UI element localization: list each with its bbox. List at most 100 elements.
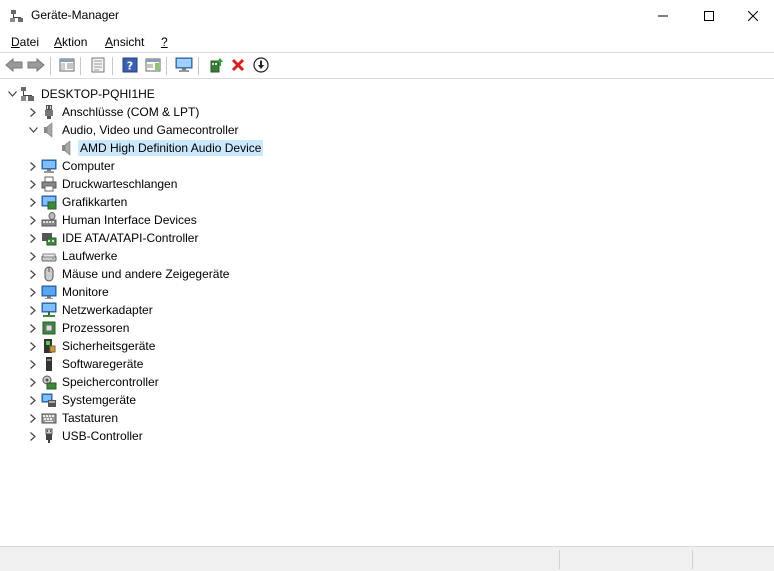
- device-manager-icon: [9, 8, 25, 24]
- chevron-right-icon[interactable]: [25, 247, 41, 265]
- tree-root[interactable]: DESKTOP-PQHI1HE: [4, 85, 157, 103]
- tree-item-label: Grafikkarten: [62, 195, 128, 209]
- ide-controller-icon: [41, 230, 57, 246]
- tree-item-anschluesse[interactable]: Anschlüsse (COM & LPT): [25, 103, 201, 121]
- chevron-right-icon[interactable]: [25, 265, 41, 283]
- action-pane-icon: [145, 57, 161, 76]
- tree-item-tastaturen[interactable]: Tastaturen: [25, 409, 120, 427]
- help-icon: ?: [122, 57, 138, 76]
- chevron-right-icon[interactable]: [25, 283, 41, 301]
- port-icon: [41, 104, 57, 120]
- close-button[interactable]: [730, 0, 774, 31]
- back-button[interactable]: [4, 56, 24, 76]
- chevron-right-icon[interactable]: [25, 175, 41, 193]
- device-tree[interactable]: DESKTOP-PQHI1HE Anschlüsse (COM & LPT) A…: [0, 80, 774, 546]
- show-hide-console-tree-icon: [59, 57, 75, 76]
- tree-item-hid[interactable]: Human Interface Devices: [25, 211, 199, 229]
- action-pane-button[interactable]: [143, 56, 163, 76]
- tree-item-label: Computer: [62, 159, 115, 173]
- tree-item-ide-controller[interactable]: IDE ATA/ATAPI-Controller: [25, 229, 200, 247]
- tree-item-label: Netzwerkadapter: [62, 303, 153, 317]
- title-bar[interactable]: Geräte-Manager: [0, 0, 774, 31]
- properties-icon: [90, 57, 106, 76]
- chevron-right-icon[interactable]: [25, 211, 41, 229]
- chevron-down-icon[interactable]: [25, 121, 41, 139]
- tree-item-druckwarteschlangen[interactable]: Druckwarteschlangen: [25, 175, 179, 193]
- chevron-right-icon[interactable]: [25, 373, 41, 391]
- tree-item-systemgeraete[interactable]: Systemgeräte: [25, 391, 138, 409]
- tree-item-label: AMD High Definition Audio Device: [78, 140, 264, 156]
- chevron-right-icon[interactable]: [25, 229, 41, 247]
- tree-item-laufwerke[interactable]: Laufwerke: [25, 247, 119, 265]
- properties-button[interactable]: [88, 56, 108, 76]
- tree-item-prozessoren[interactable]: Prozessoren: [25, 319, 131, 337]
- chevron-right-icon[interactable]: [25, 409, 41, 427]
- minimize-button[interactable]: [640, 0, 686, 31]
- chevron-right-icon[interactable]: [25, 337, 41, 355]
- chevron-right-icon[interactable]: [25, 103, 41, 121]
- tree-item-label: Sicherheitsgeräte: [62, 339, 156, 353]
- chevron-right-icon[interactable]: [25, 319, 41, 337]
- disable-device-button[interactable]: [251, 56, 271, 76]
- tree-item-sicherheitsgeraete[interactable]: Sicherheitsgeräte: [25, 337, 157, 355]
- tree-item-audio[interactable]: Audio, Video und Gamecontroller: [25, 121, 241, 139]
- menu-bar: Datei Aktion Ansicht ?: [0, 31, 774, 53]
- speaker-icon: [59, 140, 75, 156]
- svg-text:?: ?: [127, 59, 133, 72]
- chevron-right-icon[interactable]: [25, 193, 41, 211]
- usb-icon: [41, 428, 57, 444]
- disk-drive-icon: [41, 248, 57, 264]
- maximize-button[interactable]: [686, 0, 732, 31]
- tree-item-speichercontroller[interactable]: Speichercontroller: [25, 373, 161, 391]
- network-adapter-icon: [41, 302, 57, 318]
- tree-item-usb-controller[interactable]: USB-Controller: [25, 427, 145, 445]
- show-hide-console-tree-button[interactable]: [57, 56, 77, 76]
- tree-item-maeuse[interactable]: Mäuse und andere Zeigegeräte: [25, 265, 231, 283]
- toolbar-separator: [112, 57, 113, 75]
- status-pane: [692, 550, 774, 569]
- scan-hardware-button[interactable]: [174, 56, 194, 76]
- chevron-right-icon[interactable]: [25, 301, 41, 319]
- menu-datei[interactable]: Datei: [11, 35, 39, 49]
- tree-item-label: IDE ATA/ATAPI-Controller: [62, 231, 199, 245]
- window-title: Geräte-Manager: [31, 8, 120, 22]
- uninstall-device-icon: [231, 58, 245, 75]
- uninstall-device-button[interactable]: [228, 56, 248, 76]
- tree-item-label: Laufwerke: [62, 249, 118, 263]
- tree-item-monitore[interactable]: Monitore: [25, 283, 111, 301]
- chevron-right-icon[interactable]: [25, 157, 41, 175]
- software-device-icon: [41, 356, 57, 372]
- chevron-right-icon[interactable]: [25, 427, 41, 445]
- tree-item-label: Audio, Video und Gamecontroller: [62, 123, 239, 137]
- tree-item-softwaregeraete[interactable]: Softwaregeräte: [25, 355, 145, 373]
- back-icon: [5, 57, 23, 75]
- display-adapter-icon: [41, 194, 57, 210]
- tree-item-grafikkarten[interactable]: Grafikkarten: [25, 193, 129, 211]
- chevron-right-icon[interactable]: [25, 355, 41, 373]
- security-device-icon: [41, 338, 57, 354]
- menu-help[interactable]: ?: [161, 35, 168, 49]
- chevron-right-icon[interactable]: [25, 391, 41, 409]
- chevron-down-icon[interactable]: [4, 85, 20, 103]
- menu-ansicht[interactable]: Ansicht: [105, 35, 144, 49]
- tree-item-label: Anschlüsse (COM & LPT): [62, 105, 200, 119]
- keyboard-icon: [41, 410, 57, 426]
- tree-item-label: Monitore: [62, 285, 109, 299]
- status-pane: [559, 550, 692, 569]
- tree-item-label: Speichercontroller: [62, 375, 159, 389]
- help-button[interactable]: ?: [120, 56, 140, 76]
- tree-item-amd-audio-device[interactable]: AMD High Definition Audio Device: [43, 139, 264, 157]
- computer-icon: [41, 158, 57, 174]
- computer-tree-icon: [20, 86, 36, 102]
- tree-item-label: Mäuse und andere Zeigegeräte: [62, 267, 230, 281]
- menu-aktion[interactable]: Aktion: [54, 35, 87, 49]
- update-driver-button[interactable]: [206, 56, 226, 76]
- system-device-icon: [41, 392, 57, 408]
- tree-item-computer[interactable]: Computer: [25, 157, 117, 175]
- status-bar: [0, 546, 774, 571]
- tree-item-netzwerkadapter[interactable]: Netzwerkadapter: [25, 301, 155, 319]
- mouse-icon: [41, 266, 57, 282]
- forward-button[interactable]: [26, 56, 46, 76]
- disable-device-icon: [253, 56, 269, 76]
